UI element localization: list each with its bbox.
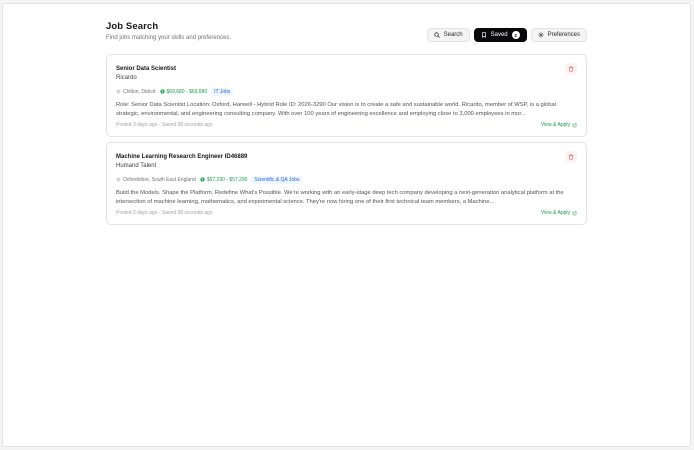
saved-count-badge: 2 [511,31,520,39]
svg-text:$: $ [161,90,163,94]
view-apply-link[interactable]: View & Apply [541,122,577,128]
tab-saved[interactable]: Saved 2 [473,28,527,42]
view-apply-label: View & Apply [540,122,570,128]
dollar-icon: $ [200,177,205,182]
saved-date: Saved 28 seconds ago [161,122,213,128]
job-meta: Chilton, Didcot $ $69,680 - $69,680 IT J… [116,87,234,96]
svg-text:$: $ [201,178,203,182]
category-badge: Scientific & QA Jobs [251,175,303,184]
location-text: Oxfordshire, South East England [123,176,196,183]
location-text: Chilton, Didcot [123,88,156,95]
job-meta: Oxfordshire, South East England $ $57,29… [116,175,303,184]
tab-preferences[interactable]: Preferences [530,28,587,42]
view-apply-link[interactable]: View & Apply [541,210,577,216]
job-timestamps: Posted 2 days ago · Saved 28 seconds ago [116,210,213,216]
tab-search[interactable]: Search [426,28,470,42]
page-header: Job Search Find jobs matching your skill… [105,20,587,50]
job-description: Build the Models. Shape the Platform. Re… [116,190,564,205]
job-card: Machine Learning Research Engineer ID468… [106,142,587,225]
job-timestamps: Posted 3 days ago · Saved 28 seconds ago [116,122,213,128]
salary-text: $69,680 - $69,680 [166,88,208,95]
delete-button[interactable] [565,63,577,75]
posted-date: Posted 3 days ago [116,122,158,128]
tab-search-label: Search [443,32,463,38]
trash-icon [568,154,574,160]
search-icon [433,32,440,38]
company-name: Ricardo [116,75,137,81]
job-title[interactable]: Machine Learning Research Engineer ID468… [116,154,247,160]
location-icon [116,177,121,182]
salary-text: $57,290 - $57,290 [206,176,248,183]
location-icon [116,89,121,94]
location: Chilton, Didcot [116,89,156,95]
dollar-icon: $ [159,89,165,94]
page-title: Job Search [106,21,159,32]
saved-date: Saved 28 seconds ago [161,210,213,216]
tab-preferences-label: Preferences [547,32,580,38]
company-name: Humand Talent [116,163,157,169]
external-link-icon [572,211,577,215]
bookmark-icon [481,32,486,38]
job-card: Senior Data Scientist Ricardo Chilton, D… [106,54,587,137]
salary: $ $69,680 - $69,680 [159,88,208,95]
delete-button[interactable] [565,151,577,163]
gear-icon [538,32,544,38]
category-badge: IT Jobs [211,87,234,96]
tab-saved-label: Saved [490,32,508,38]
view-apply-label: View & Apply [540,210,570,216]
posted-date: Posted 2 days ago [116,210,158,216]
tab-bar: Search Saved 2 Preferences [426,28,587,42]
job-description: Role: Senior Data Scientist Location: Ox… [116,102,557,117]
job-title[interactable]: Senior Data Scientist [116,66,176,72]
page-subtitle: Find jobs matching your skills and prefe… [106,35,232,41]
external-link-icon [572,123,577,127]
trash-icon [568,66,574,72]
salary: $ $57,290 - $57,290 [200,176,248,183]
location: Oxfordshire, South East England [116,177,196,183]
